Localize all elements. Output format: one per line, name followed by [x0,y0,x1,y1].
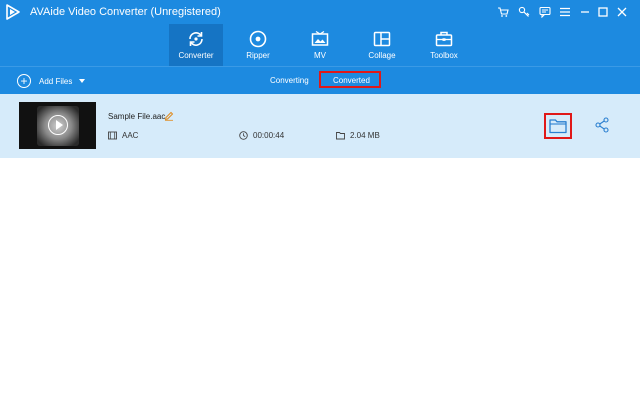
add-files-label: Add Files [39,76,73,86]
converted-tab-highlight [319,71,381,88]
minimize-icon[interactable] [577,4,593,20]
folder-icon [549,119,567,134]
tab-mv-label: MV [314,51,326,60]
share-icon[interactable] [594,117,610,133]
tab-converter[interactable]: Converter [169,24,223,66]
tab-toolbox-label: Toolbox [430,51,458,60]
tab-collage-label: Collage [368,51,396,60]
file-name: Sample File.aac [108,112,166,121]
folder-small-icon [336,132,345,140]
add-icon: + [17,74,31,88]
chevron-down-icon[interactable] [79,79,86,83]
app-logo-icon [6,4,20,20]
key-icon[interactable] [516,4,532,20]
maximize-icon[interactable] [595,4,611,20]
video-thumbnail[interactable] [19,102,96,149]
app-title: AVAide Video Converter (Unregistered) [30,6,221,18]
tab-ripper[interactable]: Ripper [231,24,285,66]
ripper-icon [249,30,267,48]
main-tab-bar: Converter Ripper MV Collage Toolbox [0,24,640,66]
tab-converter-label: Converter [178,51,214,60]
title-bar: AVAide Video Converter (Unregistered) [0,0,640,24]
converter-icon [189,32,203,46]
collage-icon [373,31,391,47]
format-info: AAC [108,131,138,140]
chat-icon[interactable] [537,4,553,20]
menu-icon[interactable] [557,4,573,20]
tab-converting[interactable]: Converting [270,76,309,85]
open-folder-button[interactable] [544,113,572,139]
size-info: 2.04 MB [336,131,380,140]
file-size: 2.04 MB [350,131,380,140]
close-icon[interactable] [614,4,630,20]
cart-icon[interactable] [495,4,511,20]
clock-icon [239,131,248,140]
play-icon[interactable] [48,115,68,135]
duration-info: 00:00:44 [239,131,284,140]
edit-icon[interactable] [164,111,174,121]
file-duration: 00:00:44 [253,131,285,140]
toolbox-icon [435,31,453,47]
tab-collage[interactable]: Collage [355,24,409,66]
tab-mv[interactable]: MV [293,24,347,66]
mv-icon [311,30,329,46]
add-files-button[interactable]: + Add Files [17,73,86,89]
tab-toolbox[interactable]: Toolbox [417,24,471,66]
film-icon [108,131,117,140]
file-format: AAC [122,131,139,140]
tab-ripper-label: Ripper [246,51,270,60]
